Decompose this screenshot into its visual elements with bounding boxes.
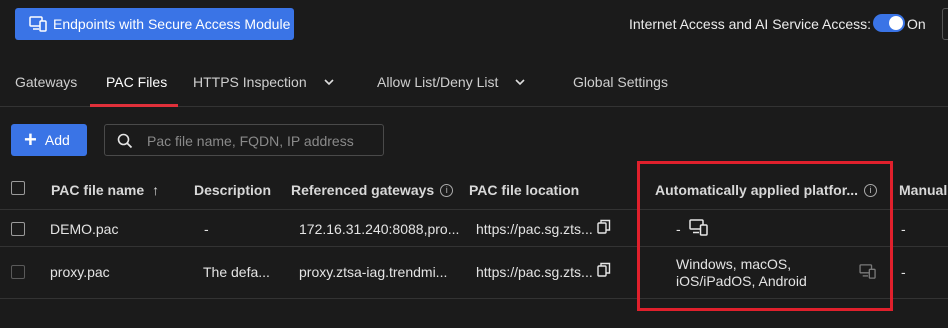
row-checkbox[interactable] bbox=[11, 265, 25, 279]
search-box[interactable] bbox=[104, 124, 384, 156]
column-label: PAC file name bbox=[51, 182, 145, 198]
search-input[interactable] bbox=[145, 130, 381, 152]
row-manual: - bbox=[901, 264, 906, 280]
search-icon bbox=[117, 133, 133, 149]
tab-label: PAC Files bbox=[106, 74, 168, 90]
row-location: https://pac.sg.zts... bbox=[476, 221, 593, 237]
tab-https-inspection[interactable]: HTTPS Inspection bbox=[193, 74, 335, 90]
column-header-gateways: Referenced gateways i bbox=[291, 182, 454, 198]
tab-allow-deny-list[interactable]: Allow List/Deny List bbox=[377, 74, 526, 90]
sort-ascending-icon: ↑ bbox=[152, 182, 160, 198]
column-header-name[interactable]: PAC file name ↑ bbox=[51, 182, 159, 198]
tab-label: HTTPS Inspection bbox=[193, 74, 307, 90]
row-manual: - bbox=[901, 221, 906, 237]
info-icon[interactable]: i bbox=[440, 183, 454, 197]
chevron-down-icon bbox=[515, 79, 525, 86]
tab-label: Gateways bbox=[15, 74, 78, 90]
endpoints-button-label: Endpoints with Secure Access Module bbox=[53, 16, 291, 32]
access-label: Internet Access and AI Service Access: bbox=[629, 16, 872, 32]
plus-icon: + bbox=[24, 127, 37, 152]
toggle-knob bbox=[889, 16, 903, 30]
row-name[interactable]: proxy.pac bbox=[50, 264, 110, 280]
tab-gateways[interactable]: Gateways bbox=[15, 74, 77, 90]
highlight-annotation-box bbox=[637, 161, 893, 311]
devices-icon bbox=[29, 16, 47, 32]
copy-icon[interactable] bbox=[597, 219, 611, 235]
row-description: - bbox=[204, 221, 209, 237]
column-header-location: PAC file location bbox=[469, 182, 579, 198]
tab-label: Global Settings bbox=[573, 74, 668, 90]
row-checkbox[interactable] bbox=[11, 222, 25, 236]
column-header-description: Description bbox=[194, 182, 271, 198]
column-label: PAC file location bbox=[469, 182, 580, 198]
column-label: Description bbox=[194, 182, 272, 198]
active-tab-indicator bbox=[90, 104, 178, 107]
row-gateways: 172.16.31.240:8088,pro... bbox=[299, 221, 460, 237]
tab-global-settings[interactable]: Global Settings bbox=[573, 74, 668, 90]
add-button[interactable]: + Add bbox=[11, 124, 87, 156]
tab-pac-files[interactable]: PAC Files bbox=[106, 74, 167, 90]
copy-icon[interactable] bbox=[597, 262, 611, 278]
row-gateways: proxy.ztsa-iag.trendmi... bbox=[299, 264, 448, 280]
column-label: Manuall bbox=[899, 182, 948, 198]
row-location: https://pac.sg.zts... bbox=[476, 264, 593, 280]
edge-control[interactable] bbox=[942, 8, 948, 40]
chevron-down-icon bbox=[324, 79, 334, 86]
toggle-state-label: On bbox=[907, 16, 926, 32]
column-label: Referenced gateways bbox=[291, 182, 435, 198]
endpoints-secure-access-button[interactable]: Endpoints with Secure Access Module bbox=[15, 8, 294, 40]
row-description: The defa... bbox=[203, 264, 270, 280]
row-name[interactable]: DEMO.pac bbox=[50, 221, 118, 237]
column-header-manual: Manuall bbox=[899, 182, 948, 198]
access-toggle[interactable] bbox=[873, 14, 905, 32]
select-all-checkbox[interactable] bbox=[11, 181, 25, 195]
add-button-label: Add bbox=[44, 132, 70, 148]
tab-label: Allow List/Deny List bbox=[377, 74, 499, 90]
